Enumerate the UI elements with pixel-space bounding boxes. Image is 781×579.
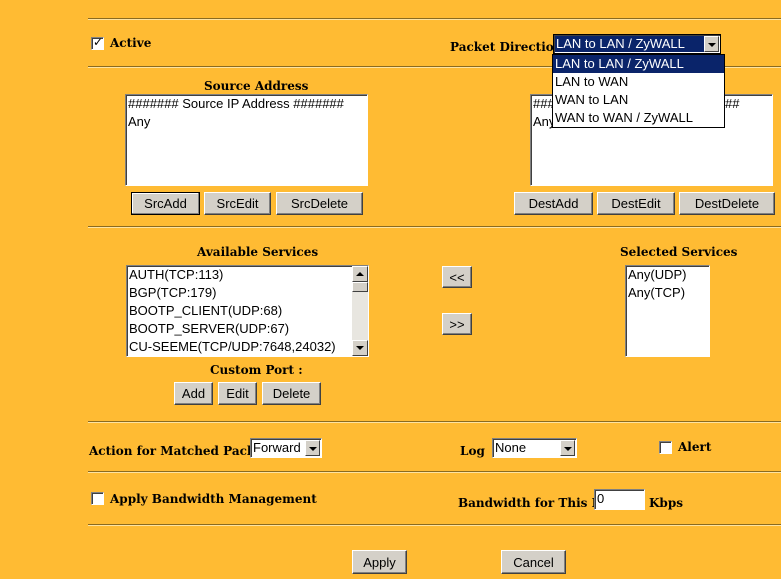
dropdown-option[interactable]: LAN to WAN — [553, 73, 724, 91]
list-item[interactable]: Any — [126, 113, 367, 131]
list-item-tail: ## — [725, 96, 740, 111]
list-item[interactable]: CU-SEEME(TCP/UDP:7648,24032) — [127, 338, 368, 356]
log-label: Log — [460, 444, 485, 458]
packet-direction-label: Packet Direction — [450, 40, 563, 54]
services-scrollbar[interactable] — [352, 266, 368, 356]
packet-direction-dropdown[interactable]: LAN to LAN / ZyWALL LAN to WAN WAN to LA… — [552, 54, 725, 128]
source-address-list[interactable]: ####### Source IP Address ####### Any — [125, 94, 368, 186]
alert-checkbox[interactable] — [659, 441, 672, 454]
checkmark-icon: ✓ — [93, 35, 104, 49]
available-services-list[interactable]: AUTH(TCP:113) BGP(TCP:179) BOOTP_CLIENT(… — [126, 265, 369, 357]
source-address-title: Source Address — [204, 79, 309, 93]
selected-services-title: Selected Services — [620, 245, 738, 259]
dest-edit-button[interactable]: DestEdit — [597, 192, 675, 215]
custom-edit-button[interactable]: Edit — [218, 382, 257, 405]
chevron-down-icon[interactable] — [704, 36, 719, 52]
divider-2 — [88, 226, 781, 228]
dropdown-option[interactable]: LAN to LAN / ZyWALL — [553, 55, 724, 73]
log-select[interactable]: None — [492, 438, 577, 458]
dest-delete-button[interactable]: DestDelete — [679, 192, 775, 215]
list-item[interactable]: ####### Source IP Address ####### — [126, 95, 367, 113]
list-item[interactable]: BOOTP_SERVER(UDP:67) — [127, 320, 368, 338]
chevron-down-icon[interactable] — [560, 440, 575, 456]
action-select[interactable]: Forward — [250, 438, 322, 458]
list-item[interactable]: AUTH(TCP:113) — [127, 266, 368, 284]
apply-bandwidth-label: Apply Bandwidth Management — [110, 492, 317, 506]
bandwidth-rule-input[interactable]: 0 — [594, 489, 645, 510]
divider-5 — [88, 524, 781, 526]
scroll-up-icon[interactable] — [352, 266, 368, 282]
custom-port-title: Custom Port : — [210, 363, 303, 377]
scroll-down-icon[interactable] — [352, 340, 368, 356]
action-value: Forward — [253, 440, 301, 455]
action-label: Action for Matched Packets — [89, 444, 276, 458]
packet-direction-value: LAN to LAN / ZyWALL — [555, 36, 704, 52]
src-delete-button[interactable]: SrcDelete — [276, 192, 363, 215]
log-value: None — [495, 440, 527, 455]
scroll-thumb[interactable] — [352, 282, 368, 292]
alert-label: Alert — [678, 440, 712, 454]
divider-3 — [88, 421, 781, 423]
selected-services-list[interactable]: Any(UDP) Any(TCP) — [625, 265, 710, 357]
list-item[interactable]: Any(UDP) — [626, 266, 709, 284]
src-edit-button[interactable]: SrcEdit — [204, 192, 271, 215]
active-checkbox[interactable]: ✓ — [91, 35, 104, 50]
src-add-button[interactable]: SrcAdd — [131, 192, 200, 215]
active-label: Active — [110, 36, 152, 50]
apply-button[interactable]: Apply — [352, 550, 407, 574]
divider-top — [88, 18, 781, 20]
custom-delete-button[interactable]: Delete — [262, 382, 321, 405]
cancel-button[interactable]: Cancel — [501, 550, 566, 574]
divider-4 — [88, 471, 781, 473]
apply-bandwidth-checkbox[interactable] — [91, 492, 104, 505]
move-left-button[interactable]: << — [442, 266, 472, 288]
move-right-button[interactable]: >> — [442, 313, 472, 335]
bandwidth-unit: Kbps — [649, 496, 683, 510]
list-item[interactable]: BGP(TCP:179) — [127, 284, 368, 302]
chevron-down-icon[interactable] — [305, 440, 320, 456]
dropdown-option[interactable]: WAN to WAN / ZyWALL — [553, 109, 724, 127]
dropdown-option[interactable]: WAN to LAN — [553, 91, 724, 109]
packet-direction-select[interactable]: LAN to LAN / ZyWALL — [553, 34, 721, 54]
list-item[interactable]: Any(TCP) — [626, 284, 709, 302]
available-services-title: Available Services — [197, 245, 319, 259]
dest-add-button[interactable]: DestAdd — [514, 192, 593, 215]
list-item[interactable]: BOOTP_CLIENT(UDP:68) — [127, 302, 368, 320]
custom-add-button[interactable]: Add — [174, 382, 213, 405]
